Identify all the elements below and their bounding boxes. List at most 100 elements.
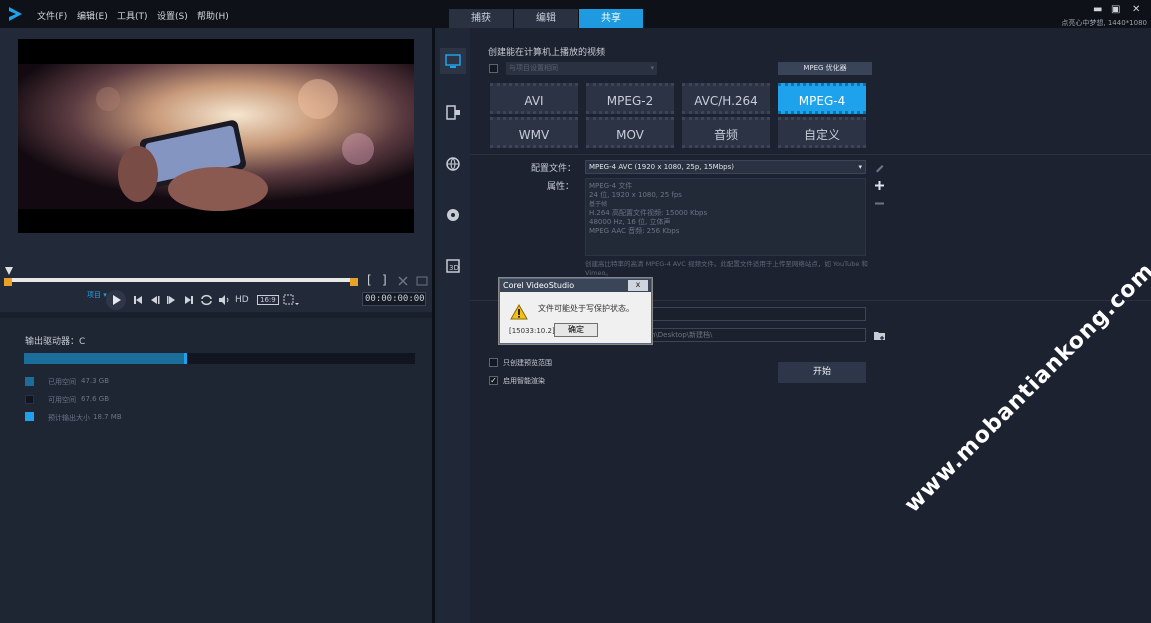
- aspect-ratio-button[interactable]: 16:9: [257, 295, 279, 305]
- home-icon[interactable]: [133, 295, 143, 305]
- menu-file[interactable]: 文件(F): [37, 9, 67, 22]
- add-icon[interactable]: [874, 180, 885, 191]
- resize-icon[interactable]: [283, 294, 299, 306]
- attributes-label: 属性：: [547, 182, 575, 192]
- 3d-icon: 3D: [446, 259, 460, 273]
- tab-edit[interactable]: 编辑: [514, 9, 578, 28]
- svg-text:3D: 3D: [449, 264, 459, 272]
- mark-out-button[interactable]: ]: [382, 273, 387, 287]
- attr-line-6: MPEG AAC 音频: 256 Kbps: [589, 227, 680, 235]
- cut-icon[interactable]: [397, 275, 409, 287]
- play-button[interactable]: [106, 290, 126, 310]
- attr-line-3: 基于帧: [589, 201, 608, 208]
- drive-title: 输出驱动器：C: [25, 337, 86, 347]
- sidebar-device[interactable]: [440, 100, 466, 126]
- monitor-icon: [445, 54, 461, 68]
- dialog-ok-button[interactable]: 确定: [554, 323, 598, 337]
- sidebar-web[interactable]: [440, 151, 466, 177]
- prev-frame-icon[interactable]: [150, 295, 160, 305]
- chevron-down-icon: ▾: [650, 64, 654, 72]
- legend-output-value: 18.7 MB: [93, 413, 122, 421]
- video-frame-image: [18, 39, 414, 233]
- folder-path-input[interactable]: n\Desktop\新建档\: [650, 328, 866, 342]
- next-frame-icon[interactable]: [166, 295, 176, 305]
- remove-icon[interactable]: [874, 198, 885, 209]
- edit-icon[interactable]: [874, 162, 885, 173]
- start-button[interactable]: 开始: [778, 362, 866, 383]
- legend-used-swatch: [25, 377, 34, 386]
- disc-icon: [447, 209, 459, 221]
- project-mode-label[interactable]: 项目 ▾: [87, 290, 107, 300]
- repeat-icon[interactable]: [200, 294, 213, 306]
- menu-help[interactable]: 帮助(H): [197, 9, 229, 22]
- attributes-box: MPEG-4 文件 24 位, 1920 x 1080, 25 fps 基于帧 …: [585, 178, 866, 256]
- folder-icon[interactable]: [873, 329, 886, 341]
- device-icon: [446, 105, 460, 120]
- legend-used-value: 47.3 GB: [81, 377, 110, 385]
- sidebar-3d[interactable]: 3D: [440, 253, 466, 279]
- format-mov[interactable]: MOV: [586, 117, 674, 148]
- end-icon[interactable]: [184, 295, 194, 305]
- globe-icon: [446, 157, 460, 171]
- mpeg-optimizer-button[interactable]: MPEG 优化器: [778, 62, 872, 75]
- format-avc[interactable]: AVC/H.264: [682, 83, 770, 114]
- mark-in-button[interactable]: [: [367, 273, 372, 287]
- split-icon[interactable]: [416, 275, 428, 287]
- trim-start-handle[interactable]: [4, 278, 12, 286]
- section-divider: [470, 154, 1151, 155]
- trim-end-handle[interactable]: [350, 278, 358, 286]
- dialog-close-button[interactable]: x: [628, 280, 648, 291]
- format-custom[interactable]: 自定义: [778, 117, 866, 148]
- file-name-input[interactable]: [650, 307, 866, 321]
- format-mpeg2[interactable]: MPEG-2: [586, 83, 674, 114]
- legend-used-label: 已用空间: [48, 378, 76, 386]
- hd-toggle[interactable]: HD: [235, 295, 249, 305]
- warning-dialog: Corel VideoStudio x 文件可能处于写保护状态。 [15033:…: [499, 278, 652, 344]
- warning-icon: [510, 304, 528, 320]
- timecode-field[interactable]: 00:00:00:00: [362, 292, 426, 306]
- minimize-button[interactable]: ▬: [1093, 4, 1102, 15]
- legend-output-label: 预计输出大小: [48, 414, 90, 422]
- dropdown-placeholder: 与项目设置相同: [509, 64, 558, 72]
- status-text: 点亮心中梦想, 1440*1080: [1061, 19, 1147, 27]
- close-button[interactable]: ✕: [1132, 4, 1140, 15]
- timeline-bar[interactable]: [8, 278, 354, 282]
- app-logo-icon: [9, 7, 22, 21]
- dialog-code: [15033:10.2]: [509, 327, 555, 335]
- format-avi[interactable]: AVI: [490, 83, 578, 114]
- smart-render-label: 启用智能渲染: [503, 377, 545, 385]
- video-preview: [18, 39, 414, 233]
- same-as-project-checkbox[interactable]: [489, 64, 498, 73]
- preview-range-checkbox[interactable]: [489, 358, 498, 367]
- profile-label: 配置文件：: [531, 164, 577, 174]
- menu-settings[interactable]: 设置(S): [157, 9, 188, 22]
- format-mpeg4[interactable]: MPEG-4: [778, 83, 866, 114]
- profile-dropdown[interactable]: MPEG-4 AVC (1920 x 1080, 25p, 15Mbps) ▾: [585, 160, 866, 174]
- format-wmv[interactable]: WMV: [490, 117, 578, 148]
- volume-icon[interactable]: [218, 294, 230, 306]
- legend-free-swatch: [25, 395, 34, 404]
- dialog-message: 文件可能处于写保护状态。: [538, 304, 634, 313]
- scrubber-start-icon[interactable]: [4, 266, 14, 276]
- sidebar-computer[interactable]: [440, 48, 466, 74]
- preview-range-label: 只创建预览范围: [503, 359, 552, 367]
- legend-free-value: 67.6 GB: [81, 395, 110, 403]
- profile-value: MPEG-4 AVC (1920 x 1080, 25p, 15Mbps): [589, 163, 734, 171]
- chevron-down-icon: ▾: [858, 163, 862, 171]
- legend-free-label: 可用空间: [48, 396, 76, 404]
- project-settings-dropdown[interactable]: 与项目设置相同 ▾: [506, 62, 657, 75]
- drive-usage-bar: [24, 353, 415, 364]
- profile-description: 创建高比特率的高清 MPEG-4 AVC 视频文件。此配置文件适用于上传至网络站…: [585, 260, 868, 277]
- menu-edit[interactable]: 编辑(E): [77, 9, 108, 22]
- format-audio[interactable]: 音频: [682, 117, 770, 148]
- tab-share[interactable]: 共享: [579, 9, 643, 28]
- tab-capture[interactable]: 捕获: [449, 9, 513, 28]
- smart-render-checkbox[interactable]: ✓: [489, 376, 498, 385]
- share-heading: 创建能在计算机上播放的视频: [488, 48, 606, 58]
- drive-usage-fill: [24, 353, 185, 364]
- menu-tools[interactable]: 工具(T): [117, 9, 148, 22]
- play-icon: [113, 295, 121, 305]
- maximize-button[interactable]: ▣: [1111, 4, 1120, 15]
- sidebar-disc[interactable]: [440, 202, 466, 228]
- timecode-value: 00:00:00:00: [365, 294, 425, 304]
